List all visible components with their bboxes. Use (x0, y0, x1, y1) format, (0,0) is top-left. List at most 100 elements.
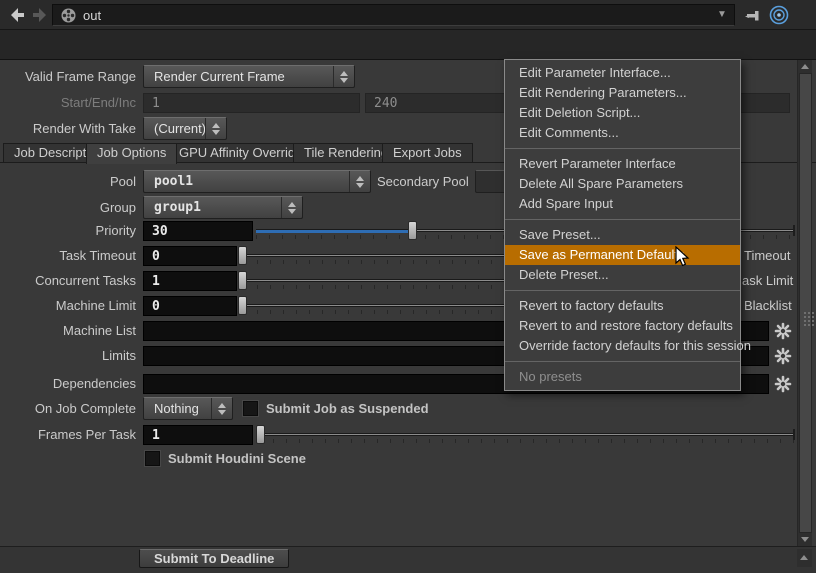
valid-frame-range-label: Valid Frame Range (0, 65, 136, 89)
radial-menu-icon[interactable] (768, 4, 790, 26)
menu-item-save-as-permanent-defaults[interactable]: Save as Permanent Defaults (505, 245, 740, 265)
submit-suspended-label: Submit Job as Suspended (266, 397, 429, 421)
menu-item-edit-deletion-script[interactable]: Edit Deletion Script... (505, 103, 740, 123)
scrollbar-grip-icon (804, 312, 806, 314)
render-with-take-label: Render With Take (0, 117, 136, 141)
tab-export-jobs[interactable]: Export Jobs (382, 143, 473, 163)
row-on-job-complete: On Job Complete Nothing Submit Job as Su… (0, 397, 796, 421)
houdini-window: out ▼ Deadline deadline1 ⚙ H▼ i ? (0, 0, 816, 573)
vertical-scrollbar[interactable] (797, 60, 812, 546)
valid-frame-range-value: Render Current Frame (144, 69, 333, 84)
submit-suspended-checkbox[interactable] (243, 401, 258, 416)
task-timeout-label: Task Timeout (0, 244, 136, 268)
menu-item-delete-all-spare-parameters[interactable]: Delete All Spare Parameters (505, 174, 740, 194)
menu-item-no-presets: No presets (505, 367, 740, 387)
menu-separator (505, 148, 740, 149)
network-path-bar: out ▼ (0, 0, 816, 30)
machine-limit-label: Machine Limit (0, 294, 136, 318)
render-with-take-dropdown[interactable]: (Current) (143, 117, 227, 140)
menu-item-revert-to-factory-defaults[interactable]: Revert to factory defaults (505, 296, 740, 316)
corner-arrow-icon (800, 555, 808, 560)
menu-item-override-factory-defaults[interactable]: Override factory defaults for this sessi… (505, 336, 740, 356)
scroll-down-icon[interactable] (801, 537, 809, 542)
tab-job-options[interactable]: Job Options (86, 143, 177, 164)
concurrent-tasks-label: Concurrent Tasks (0, 269, 136, 293)
secondary-pool-label: Secondary Pool (377, 170, 469, 194)
menu-item-edit-rendering-parameters[interactable]: Edit Rendering Parameters... (505, 83, 740, 103)
forward-arrow-icon[interactable] (31, 6, 49, 24)
menu-separator (505, 219, 740, 220)
limits-label: Limits (0, 344, 136, 368)
menu-item-save-preset[interactable]: Save Preset... (505, 225, 740, 245)
submit-to-deadline-button[interactable]: Submit To Deadline (139, 549, 289, 568)
pane-corner-control[interactable] (797, 549, 812, 567)
menu-item-revert-parameter-interface[interactable]: Revert Parameter Interface (505, 154, 740, 174)
scroll-up-icon[interactable] (801, 64, 809, 69)
menu-separator (505, 361, 740, 362)
on-job-complete-dropdown[interactable]: Nothing (143, 397, 233, 420)
priority-slider-endcap (792, 225, 795, 236)
frames-per-task-slider-ticks (260, 439, 795, 443)
menu-separator (505, 290, 740, 291)
machine-list-label: Machine List (0, 319, 136, 343)
menu-item-revert-and-restore-factory-defaults[interactable]: Revert to and restore factory defaults (505, 316, 740, 336)
scrollbar-thumb[interactable] (799, 73, 812, 533)
blacklist-label-fragment: Blacklist (744, 294, 792, 318)
mouse-cursor (672, 246, 692, 268)
on-job-complete-label: On Job Complete (0, 397, 136, 421)
network-path-field[interactable]: out ▼ (52, 4, 735, 26)
valid-frame-range-dropdown[interactable]: Render Current Frame (143, 65, 355, 88)
on-job-complete-value: Nothing (144, 401, 211, 416)
spinner-icon[interactable] (349, 171, 370, 192)
bottom-bar (0, 546, 816, 573)
machine-list-picker-icon[interactable] (774, 322, 792, 340)
row-submit-scene: Submit Houdini Scene (0, 447, 796, 471)
task-timeout-field[interactable]: 0 (143, 246, 237, 266)
menu-item-delete-preset[interactable]: Delete Preset... (505, 265, 740, 285)
group-label: Group (0, 196, 136, 220)
node-header-bar: Deadline deadline1 ⚙ H▼ i ? (0, 30, 816, 60)
concurrent-tasks-slider-handle[interactable] (238, 271, 247, 290)
limits-picker-icon[interactable] (774, 347, 792, 365)
menu-item-edit-parameter-interface[interactable]: Edit Parameter Interface... (505, 63, 740, 83)
dependencies-label: Dependencies (0, 372, 136, 396)
path-dropdown-arrow-icon[interactable]: ▼ (714, 8, 730, 22)
group-value: group1 (144, 200, 281, 215)
spinner-icon[interactable] (205, 118, 226, 139)
pin-icon[interactable] (744, 6, 763, 25)
row-frames-per-task: Frames Per Task 1 (0, 423, 796, 447)
dependencies-picker-icon[interactable] (774, 375, 792, 393)
pool-value: pool1 (144, 174, 349, 189)
submit-scene-checkbox[interactable] (145, 451, 160, 466)
priority-field[interactable]: 30 (143, 221, 253, 241)
frames-per-task-label: Frames Per Task (0, 423, 136, 447)
spinner-icon[interactable] (333, 66, 354, 87)
group-dropdown[interactable]: group1 (143, 196, 303, 219)
spinner-icon[interactable] (211, 398, 232, 419)
priority-label: Priority (0, 219, 136, 243)
machine-limit-field[interactable]: 0 (143, 296, 237, 316)
start-frame-field[interactable]: 1 (143, 93, 360, 113)
concurrent-tasks-field[interactable]: 1 (143, 271, 237, 291)
film-reel-icon (60, 7, 77, 24)
priority-slider-handle[interactable] (408, 221, 417, 240)
task-timeout-slider-handle[interactable] (238, 246, 247, 265)
machine-limit-slider-handle[interactable] (238, 296, 247, 315)
frames-per-task-slider-track[interactable] (260, 433, 795, 436)
task-limit-label-fragment: ask Limit (742, 269, 793, 293)
gear-context-menu: Edit Parameter Interface... Edit Renderi… (504, 59, 741, 391)
submit-scene-label: Submit Houdini Scene (168, 447, 306, 471)
network-path-text: out (83, 8, 101, 23)
frames-per-task-field[interactable]: 1 (143, 425, 253, 445)
spinner-icon[interactable] (281, 197, 302, 218)
back-arrow-icon[interactable] (8, 6, 26, 24)
menu-item-edit-comments[interactable]: Edit Comments... (505, 123, 740, 143)
menu-item-add-spare-input[interactable]: Add Spare Input (505, 194, 740, 214)
pool-label: Pool (0, 170, 136, 194)
timeout-label-fragment: Timeout (744, 244, 790, 268)
render-with-take-value: (Current) (144, 121, 205, 136)
frames-per-task-slider-handle[interactable] (256, 425, 265, 444)
frames-per-task-slider-endcap (792, 429, 795, 440)
pool-dropdown[interactable]: pool1 (143, 170, 371, 193)
start-end-inc-label: Start/End/Inc (0, 91, 136, 115)
